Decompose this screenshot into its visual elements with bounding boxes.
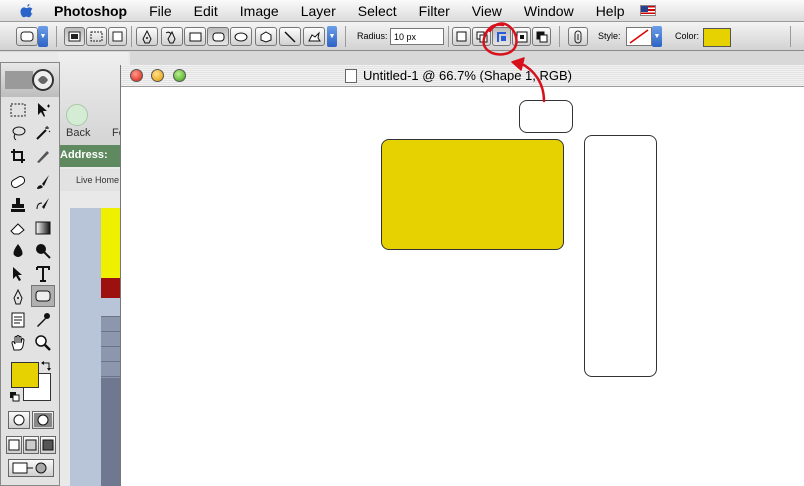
- subtract-from-shape-area-button[interactable]: [492, 27, 511, 46]
- back-arrow-icon[interactable]: [66, 104, 88, 126]
- rounded-rectangle-tool-icon[interactable]: [31, 285, 55, 307]
- document-proxy-icon[interactable]: [345, 69, 357, 83]
- notes-tool-icon[interactable]: [6, 309, 30, 331]
- menu-window[interactable]: Window: [524, 3, 574, 19]
- standard-screen-mode-icon[interactable]: [6, 436, 22, 454]
- add-to-shape-area-button[interactable]: [472, 27, 491, 46]
- menu-file[interactable]: File: [149, 3, 172, 19]
- favorites-bar: Live Home: [58, 169, 128, 191]
- history-brush-tool-icon[interactable]: [31, 194, 55, 216]
- eraser-tool-icon[interactable]: [6, 217, 30, 239]
- menu-layer[interactable]: Layer: [301, 3, 336, 19]
- hand-tool-icon[interactable]: [6, 332, 30, 354]
- color-label: Color:: [675, 31, 700, 41]
- create-new-shape-area-button[interactable]: [452, 27, 471, 46]
- crop-tool-icon[interactable]: [6, 145, 30, 167]
- pen-tool-icon[interactable]: [136, 27, 158, 46]
- menu-image[interactable]: Image: [240, 3, 279, 19]
- full-screen-mode-icon[interactable]: [40, 436, 56, 454]
- style-dropdown-icon[interactable]: ▼: [652, 26, 662, 47]
- browser-toolbar: Back Fo: [58, 52, 128, 145]
- lasso-tool-icon[interactable]: [6, 122, 30, 144]
- full-screen-menu-mode-icon[interactable]: [23, 436, 39, 454]
- fill-pixels-button[interactable]: [108, 27, 127, 46]
- magic-wand-tool-icon[interactable]: [31, 122, 55, 144]
- clone-stamp-tool-icon[interactable]: [6, 194, 30, 216]
- menu-filter[interactable]: Filter: [419, 3, 450, 19]
- style-picker-none-icon[interactable]: [626, 27, 652, 46]
- page-yellow-block: [101, 208, 121, 278]
- close-window-button[interactable]: [130, 69, 143, 82]
- back-button-label[interactable]: Back: [66, 127, 90, 139]
- jump-to-imageready-button[interactable]: [8, 459, 54, 477]
- paths-button[interactable]: [86, 27, 107, 46]
- pen-tool-palette-icon[interactable]: [6, 286, 30, 308]
- ellipse-shape-icon[interactable]: [230, 27, 252, 46]
- address-bar: Address:: [58, 145, 128, 167]
- slice-tool-icon[interactable]: [31, 145, 55, 167]
- blur-tool-icon[interactable]: [6, 240, 30, 262]
- polygon-shape-icon[interactable]: [255, 27, 277, 46]
- document-title-bar[interactable]: Untitled-1 @ 66.7% (Shape 1, RGB): [121, 65, 804, 87]
- menu-select[interactable]: Select: [358, 3, 397, 19]
- brush-tool-icon[interactable]: [31, 171, 55, 193]
- eyedropper-tool-icon[interactable]: [31, 309, 55, 331]
- options-bar: ▼ ▼ Radius: 10 px Style: ▼ Color:: [0, 22, 804, 51]
- canvas[interactable]: [121, 87, 804, 486]
- menu-bar: Photoshop File Edit Image Layer Select F…: [0, 0, 804, 22]
- marquee-tool-icon[interactable]: [6, 99, 30, 121]
- document-title: Untitled-1 @ 66.7% (Shape 1, RGB): [363, 68, 573, 83]
- rounded-rectangle-shape-icon[interactable]: [207, 27, 229, 46]
- minimize-window-button[interactable]: [151, 69, 164, 82]
- radius-label: Radius:: [357, 31, 388, 41]
- apple-menu-icon[interactable]: [18, 3, 36, 19]
- radius-input[interactable]: [390, 28, 444, 45]
- standard-mode-button[interactable]: [8, 411, 30, 429]
- healing-brush-tool-icon[interactable]: [6, 171, 30, 193]
- style-label: Style:: [598, 31, 621, 41]
- dodge-tool-icon[interactable]: [31, 240, 55, 262]
- tools-palette: [0, 62, 60, 486]
- link-layer-style-icon[interactable]: [568, 27, 588, 46]
- quick-mask-mode-button[interactable]: [32, 411, 54, 429]
- document-window: Untitled-1 @ 66.7% (Shape 1, RGB): [120, 65, 804, 486]
- menu-edit[interactable]: Edit: [194, 3, 218, 19]
- rectangle-shape-icon[interactable]: [184, 27, 206, 46]
- intersect-shape-areas-button[interactable]: [512, 27, 531, 46]
- shape-color-swatch[interactable]: [703, 28, 731, 47]
- default-colors-icon[interactable]: [9, 391, 21, 403]
- path-selection-tool-icon[interactable]: [6, 263, 30, 285]
- menu-view[interactable]: View: [472, 3, 502, 19]
- zoom-window-button[interactable]: [173, 69, 186, 82]
- menu-help[interactable]: Help: [596, 3, 625, 19]
- page-table-block: [101, 316, 121, 378]
- move-tool-icon[interactable]: [31, 99, 55, 121]
- swap-colors-icon[interactable]: [39, 359, 53, 373]
- custom-shape-icon[interactable]: [303, 27, 325, 46]
- zoom-tool-icon[interactable]: [31, 332, 55, 354]
- exclude-overlapping-shape-areas-button[interactable]: [532, 27, 551, 46]
- tool-preset-picker[interactable]: [16, 27, 38, 46]
- shape-layers-button[interactable]: [64, 27, 85, 46]
- tools-palette-header: [1, 63, 59, 97]
- small-rounded-rectangle[interactable]: [519, 100, 573, 133]
- shape-options-dropdown-icon[interactable]: ▼: [327, 26, 337, 47]
- page-dark-block: [101, 378, 121, 486]
- tall-rounded-rectangle[interactable]: [584, 135, 657, 377]
- preset-dropdown-icon[interactable]: ▼: [38, 26, 48, 47]
- us-flag-icon[interactable]: [640, 5, 657, 16]
- yellow-rounded-rectangle[interactable]: [381, 139, 564, 250]
- page-red-block: [101, 278, 121, 298]
- address-label: Address:: [60, 149, 108, 161]
- menu-photoshop[interactable]: Photoshop: [54, 3, 127, 19]
- type-tool-icon[interactable]: [31, 263, 55, 285]
- freeform-pen-icon[interactable]: [161, 27, 183, 46]
- gradient-tool-icon[interactable]: [31, 217, 55, 239]
- line-shape-icon[interactable]: [279, 27, 301, 46]
- live-home-favorite[interactable]: Live Home: [76, 175, 119, 185]
- foreground-color-swatch-top[interactable]: [11, 362, 39, 388]
